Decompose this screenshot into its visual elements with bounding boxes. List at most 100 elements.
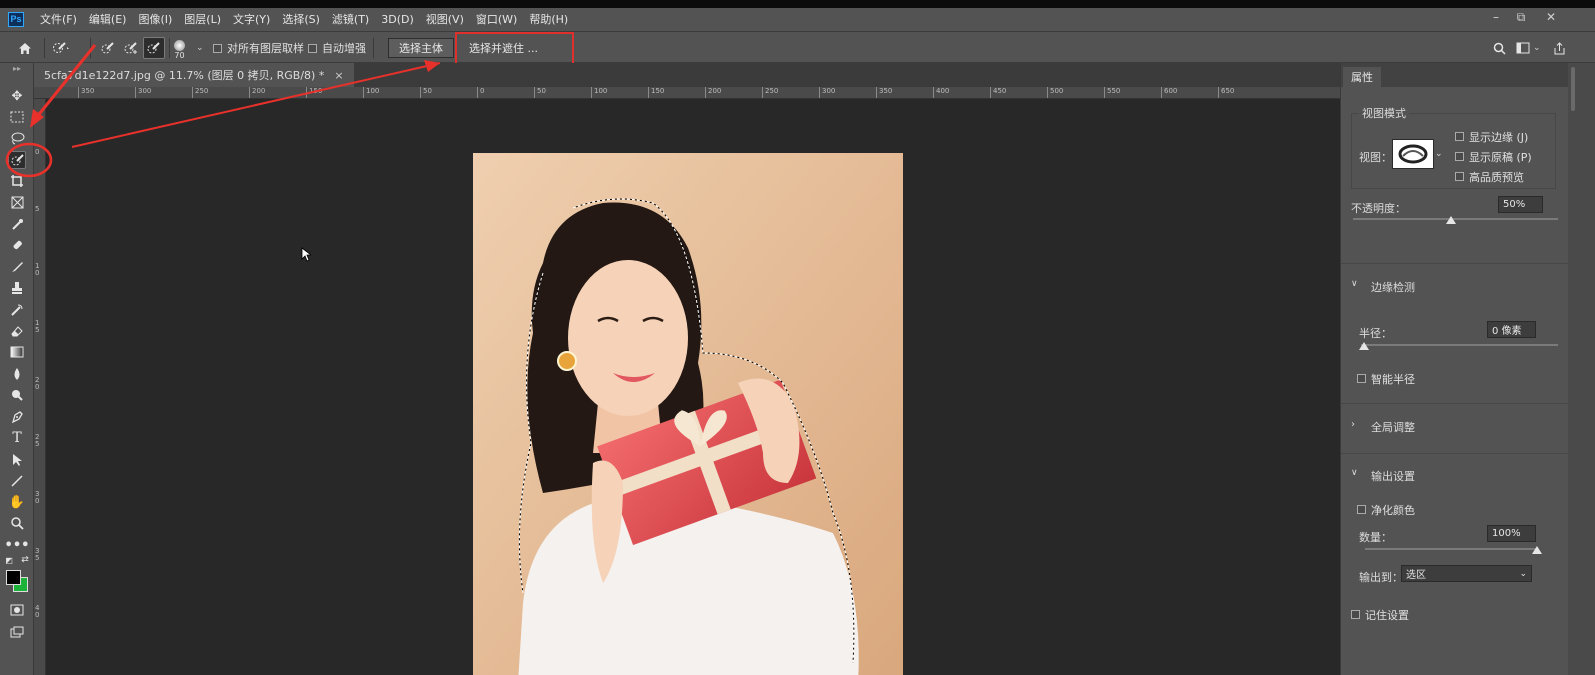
hand-tool-icon[interactable]: ✋ <box>8 493 26 511</box>
amount-slider-thumb[interactable] <box>1532 546 1542 554</box>
ruler-tick-label: 4 0 <box>35 604 40 619</box>
annotation-circle <box>5 142 53 178</box>
edge-detection-heading[interactable]: 边缘检测 <box>1371 279 1415 295</box>
show-original-label: 显示原稿 (P) <box>1469 151 1532 164</box>
screen-mode-icon[interactable] <box>8 623 26 641</box>
pen-tool-icon[interactable] <box>8 408 26 426</box>
global-refinements-chevron-icon[interactable]: › <box>1351 419 1355 430</box>
output-to-select[interactable]: 选区 ⌄ <box>1401 565 1532 582</box>
ruler-tick-label: 500 <box>1047 87 1063 98</box>
ruler-tick-label: 3 0 <box>35 490 40 505</box>
view-label: 视图： <box>1359 151 1392 164</box>
amount-label: 数量： <box>1359 531 1392 544</box>
brush-tool-icon[interactable] <box>8 258 26 276</box>
annotation-arrow-line-2 <box>34 44 97 119</box>
output-to-label: 输出到： <box>1359 571 1403 584</box>
show-edge-checkbox[interactable] <box>1455 132 1464 141</box>
annotation-arrow-head <box>424 60 440 72</box>
workspace-chevron-icon[interactable]: ⌄ <box>1533 32 1541 64</box>
swap-colors-icon[interactable]: ⇄ <box>20 555 30 565</box>
show-edge-label: 显示边缘 (J) <box>1469 131 1529 144</box>
show-original-row: 显示原稿 (P) <box>1455 149 1532 165</box>
ruler-tick-label: 250 <box>762 87 778 98</box>
amount-slider-track[interactable] <box>1365 548 1538 550</box>
opacity-label: 不透明度： <box>1351 202 1406 215</box>
opacity-slider-thumb[interactable] <box>1446 216 1456 224</box>
radius-slider-track[interactable] <box>1361 344 1558 346</box>
dodge-tool-icon[interactable] <box>8 386 26 404</box>
clone-stamp-tool-icon[interactable] <box>8 279 26 297</box>
right-dock-gutter <box>1568 63 1595 675</box>
radius-slider-thumb[interactable] <box>1359 342 1369 350</box>
panel-tab-bar: 属性 <box>1341 63 1569 87</box>
opacity-input[interactable]: 50% <box>1498 196 1543 213</box>
portrait-photo <box>473 153 903 675</box>
history-brush-tool-icon[interactable] <box>8 301 26 319</box>
ruler-tick-label: 1 5 <box>35 319 40 334</box>
eyedropper-tool-icon[interactable] <box>8 215 26 233</box>
remember-settings-checkbox[interactable] <box>1351 610 1360 619</box>
zoom-tool-icon[interactable] <box>8 514 26 532</box>
smart-radius-label: 智能半径 <box>1371 373 1415 386</box>
edge-detection-chevron-icon[interactable]: ∨ <box>1351 279 1358 289</box>
eraser-tool-icon[interactable] <box>8 322 26 340</box>
view-mode-thumbnail[interactable] <box>1392 139 1434 169</box>
output-settings-chevron-icon[interactable]: ∨ <box>1351 468 1358 478</box>
foreground-color-swatch[interactable] <box>6 570 21 585</box>
ruler-tick-label: 400 <box>933 87 949 98</box>
hq-preview-label: 高品质预览 <box>1469 171 1524 184</box>
search-icon[interactable] <box>1488 37 1510 59</box>
remember-settings-label: 记住设置 <box>1365 609 1409 622</box>
ruler-tick-label: 600 <box>1161 87 1177 98</box>
output-to-value: 选区 <box>1406 570 1426 581</box>
annotation-arrow-line <box>71 62 441 148</box>
type-tool-icon[interactable]: T <box>8 429 26 447</box>
output-settings-heading[interactable]: 输出设置 <box>1371 468 1415 484</box>
decontaminate-row: 净化颜色 <box>1357 502 1415 518</box>
decontaminate-checkbox[interactable] <box>1357 505 1366 514</box>
ruler-tick-label: 300 <box>819 87 835 98</box>
ruler-tick-label: 2 5 <box>35 433 40 448</box>
healing-brush-tool-icon[interactable] <box>8 236 26 254</box>
ruler-tick-label: 350 <box>876 87 892 98</box>
path-selection-tool-icon[interactable] <box>8 451 26 469</box>
ruler-tick-label: 650 <box>1218 87 1234 98</box>
radius-label: 半径： <box>1359 327 1392 340</box>
show-edge-row: 显示边缘 (J) <box>1455 129 1528 145</box>
restore-button[interactable]: ⧉ <box>1510 10 1532 25</box>
radius-input[interactable]: 0 像素 <box>1487 321 1536 338</box>
gradient-tool-icon[interactable] <box>8 343 26 361</box>
ruler-tick-label: 150 <box>648 87 664 98</box>
share-icon[interactable] <box>1548 37 1570 59</box>
panel-scrollbar[interactable] <box>1571 67 1575 111</box>
document-image[interactable] <box>473 153 903 675</box>
ruler-tick-label: 2 0 <box>35 376 40 391</box>
close-window-button[interactable]: ✕ <box>1540 10 1562 24</box>
amount-input[interactable]: 100% <box>1487 525 1536 542</box>
view-mode-heading: 视图模式 <box>1359 105 1409 121</box>
workspace-icon[interactable] <box>1512 37 1534 59</box>
ruler-tick-label: 550 <box>1104 87 1120 98</box>
line-tool-icon[interactable] <box>8 472 26 490</box>
ruler-tick-label: 1 0 <box>35 262 40 277</box>
blur-tool-icon[interactable] <box>8 365 26 383</box>
hq-preview-row: 高品质预览 <box>1455 169 1524 185</box>
view-mode-chevron-icon[interactable]: ⌄ <box>1435 149 1443 159</box>
smart-radius-row: 智能半径 <box>1357 371 1415 387</box>
ruler-tick-label: 5 <box>35 205 40 213</box>
hq-preview-checkbox[interactable] <box>1455 172 1464 181</box>
annotation-overlay <box>5 44 441 178</box>
smart-radius-checkbox[interactable] <box>1357 374 1366 383</box>
ruler-tick-label: 200 <box>705 87 721 98</box>
decontaminate-label: 净化颜色 <box>1371 504 1415 517</box>
global-refinements-heading[interactable]: 全局调整 <box>1371 419 1415 435</box>
show-original-checkbox[interactable] <box>1455 152 1464 161</box>
tab-properties[interactable]: 属性 <box>1343 67 1381 87</box>
ruler-tick-label: 450 <box>990 87 1006 98</box>
properties-panel: 属性 视图模式 视图： ⌄ 显示边缘 (J) 显示原稿 (P) 高品质预览 不透… <box>1340 63 1569 675</box>
minimize-button[interactable]: – <box>1485 10 1507 24</box>
ruler-tick-label: 3 5 <box>35 547 40 562</box>
default-colors-icon[interactable]: ◩ <box>4 555 14 565</box>
quick-mask-icon[interactable] <box>8 601 26 619</box>
more-tools-icon[interactable]: ••• <box>5 536 30 554</box>
